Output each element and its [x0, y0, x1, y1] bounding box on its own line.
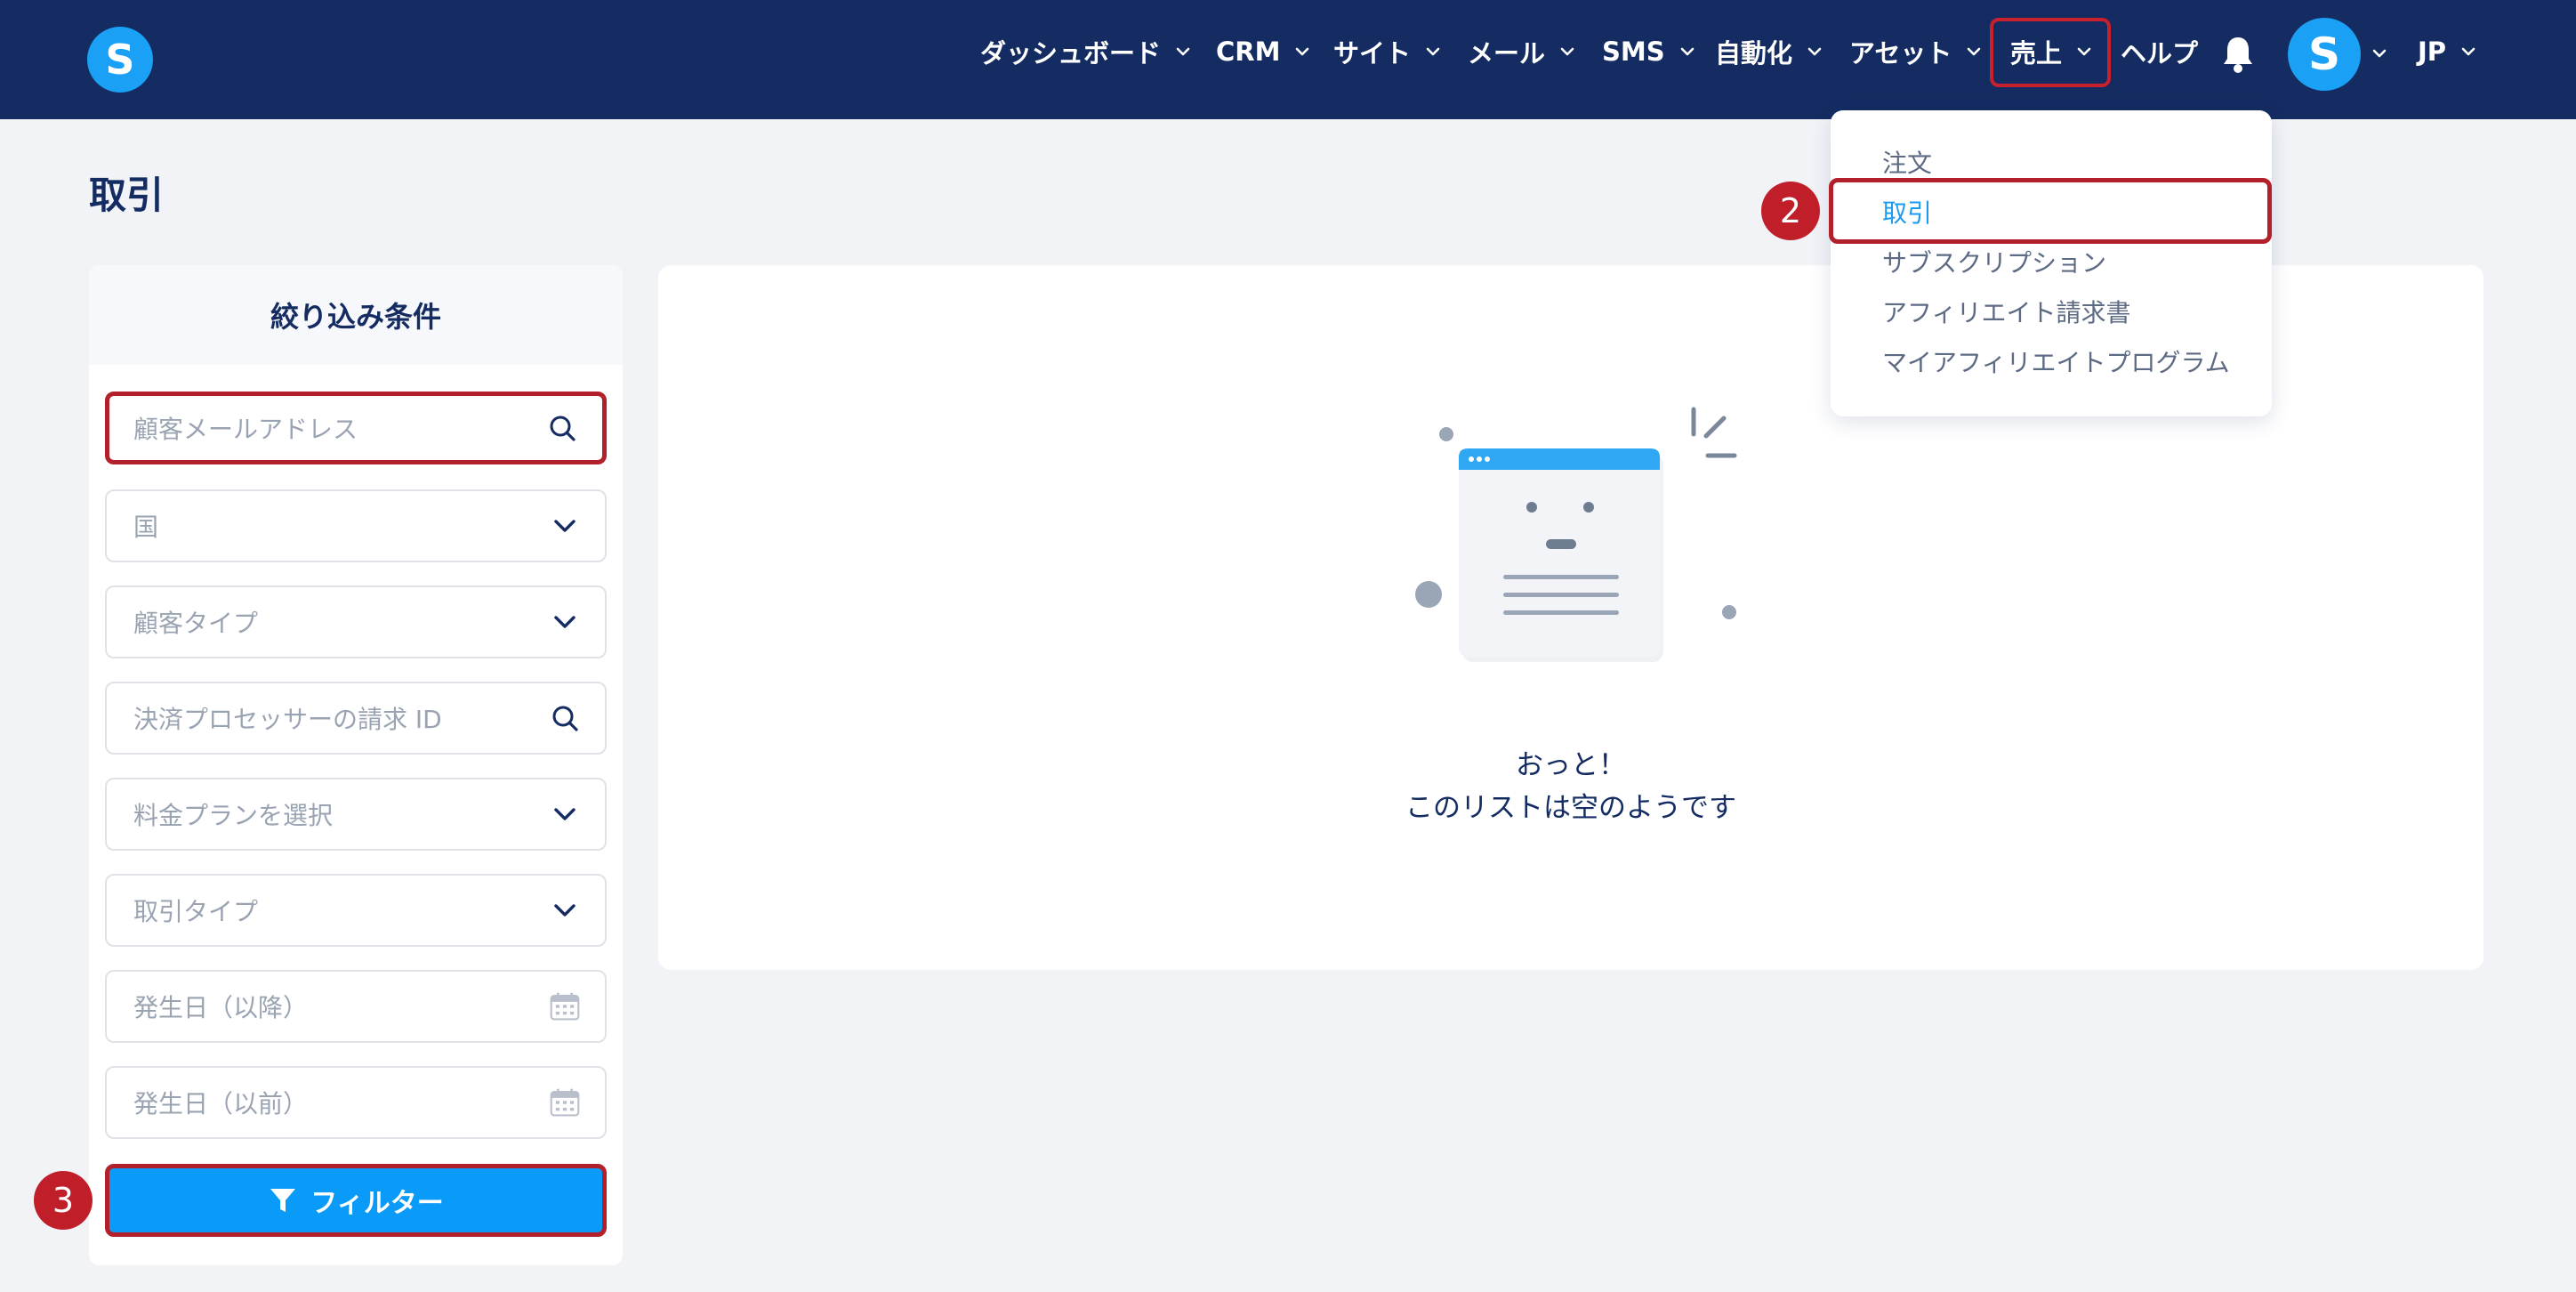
date-after-placeholder: 発生日（以降）: [133, 993, 309, 1022]
customer-type-placeholder: 顧客タイプ: [133, 609, 259, 638]
avatar[interactable]: S: [2288, 18, 2361, 91]
filter-button-label: フィルター: [310, 1188, 444, 1219]
menu-item-orders[interactable]: 注文: [1882, 144, 1932, 180]
chevron-down-icon: [550, 895, 580, 925]
menu-item-subscriptions[interactable]: サブスクリプション: [1882, 244, 2106, 279]
language-selector[interactable]: JP: [2418, 34, 2478, 69]
nav-crm[interactable]: CRM: [1216, 34, 1312, 69]
pricing-plan-select[interactable]: 料金プランを選択: [105, 778, 607, 851]
nav-mail[interactable]: メール: [1468, 34, 1577, 69]
customer-email-search-input[interactable]: 顧客メールアドレス: [105, 392, 607, 464]
nav-automation[interactable]: 自動化: [1715, 34, 1824, 69]
nav-assets-label: アセット: [1849, 38, 1952, 69]
processor-charge-id-input[interactable]: 決済プロセッサーの請求 ID: [105, 682, 607, 755]
chevron-down-icon: [1423, 42, 1443, 61]
nav-dashboard-label: ダッシュボード: [980, 38, 1162, 69]
step-badge-2: 2: [1761, 182, 1820, 240]
nav-dashboard[interactable]: ダッシュボード: [980, 34, 1193, 69]
menu-item-affiliate-invoices[interactable]: アフィリエイト請求書: [1882, 294, 2130, 329]
app-logo[interactable]: S: [87, 27, 153, 93]
chevron-down-icon: [1678, 42, 1697, 61]
calendar-icon[interactable]: [550, 991, 580, 1021]
nav-sms-label: SMS: [1602, 36, 1665, 67]
bell-icon[interactable]: [2220, 34, 2256, 75]
nav-automation-label: 自動化: [1715, 38, 1793, 69]
nav-site[interactable]: サイト: [1333, 34, 1443, 69]
language-label: JP: [2418, 36, 2447, 67]
nav-sms[interactable]: SMS: [1602, 34, 1697, 69]
filter-panel: 絞り込み条件 顧客メールアドレス 国 顧客タイプ 決済プロセッサーの請求 ID …: [89, 265, 623, 1265]
processor-charge-id-placeholder: 決済プロセッサーの請求 ID: [133, 705, 442, 734]
search-icon[interactable]: [547, 413, 577, 443]
chevron-down-icon: [2370, 44, 2389, 63]
filter-button[interactable]: フィルター: [105, 1164, 607, 1237]
country-placeholder: 国: [133, 513, 159, 542]
chevron-down-icon: [2459, 42, 2478, 61]
date-before-field[interactable]: 発生日（以前）: [105, 1066, 607, 1139]
empty-state-subtitle: このリストは空のようです: [1405, 792, 1736, 824]
filter-panel-heading: 絞り込み条件: [89, 265, 623, 365]
top-navigation-bar: S ダッシュボード CRM サイト メール SMS 自動化 アセット 売上 ヘル…: [0, 0, 2576, 119]
customer-email-placeholder: 顧客メールアドレス: [133, 415, 358, 444]
nav-mail-label: メール: [1468, 38, 1546, 69]
transaction-type-placeholder: 取引タイプ: [133, 897, 259, 926]
funnel-icon: [268, 1185, 298, 1215]
nav-help[interactable]: ヘルプ: [2121, 34, 2198, 69]
sales-highlight-box: [1990, 18, 2111, 87]
empty-state-title: おっと！: [1516, 749, 1626, 781]
page-title: 取引: [89, 174, 165, 217]
pricing-plan-placeholder: 料金プランを選択: [133, 801, 334, 830]
sales-dropdown-menu: 注文 取引 サブスクリプション アフィリエイト請求書 マイアフィリエイトプログラ…: [1831, 110, 2272, 416]
chevron-down-icon: [1964, 42, 1984, 61]
chevron-down-icon: [1558, 42, 1577, 61]
date-before-placeholder: 発生日（以前）: [133, 1089, 309, 1118]
transactions-highlight-box: [1829, 178, 2272, 244]
country-select[interactable]: 国: [105, 489, 607, 562]
chevron-down-icon: [1292, 42, 1312, 61]
menu-item-my-affiliate-programs[interactable]: マイアフィリエイトプログラム: [1882, 343, 2230, 379]
calendar-icon[interactable]: [550, 1087, 580, 1118]
chevron-down-icon: [1173, 42, 1193, 61]
nav-site-label: サイト: [1333, 38, 1412, 69]
customer-type-select[interactable]: 顧客タイプ: [105, 585, 607, 658]
nav-crm-label: CRM: [1216, 36, 1281, 67]
transaction-type-select[interactable]: 取引タイプ: [105, 874, 607, 947]
nav-assets[interactable]: アセット: [1849, 34, 1984, 69]
chevron-down-icon: [550, 607, 580, 637]
empty-list-illustration: [1388, 399, 1761, 701]
search-icon[interactable]: [550, 703, 580, 733]
date-after-field[interactable]: 発生日（以降）: [105, 970, 607, 1043]
avatar-menu-toggle[interactable]: [2370, 36, 2389, 71]
step-badge-3: 3: [34, 1171, 93, 1230]
chevron-down-icon: [1805, 42, 1824, 61]
chevron-down-icon: [550, 511, 580, 541]
nav-help-label: ヘルプ: [2121, 38, 2199, 69]
chevron-down-icon: [550, 799, 580, 829]
